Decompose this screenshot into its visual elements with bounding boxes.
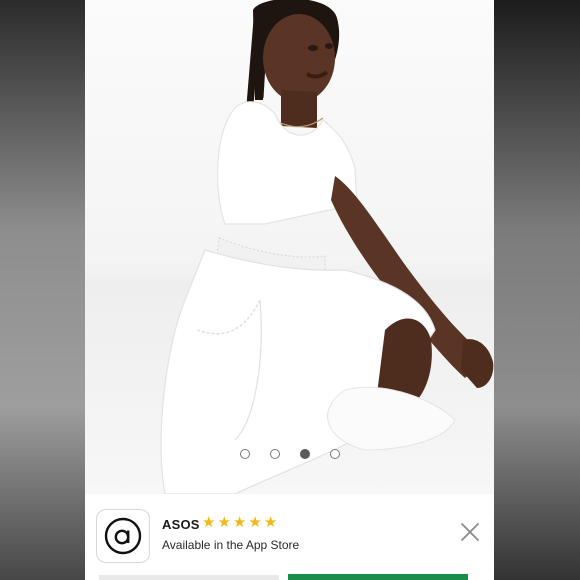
app-name: ASOS bbox=[162, 517, 200, 532]
star-icon: ★ bbox=[202, 514, 216, 531]
star-icon: ★ bbox=[248, 514, 262, 531]
star-icon: ★ bbox=[232, 514, 247, 531]
carousel-dot-2[interactable] bbox=[269, 449, 280, 459]
close-banner-button[interactable] bbox=[458, 520, 482, 544]
asos-a-logo-icon[interactable] bbox=[96, 509, 150, 563]
carousel-dot-3-active[interactable] bbox=[299, 449, 310, 459]
blurred-background-right bbox=[494, 0, 580, 580]
screenshot-frame: ASOS ★ ★ ★ ★ ★ Available in the App Stor… bbox=[0, 0, 580, 580]
star-icon: ★ bbox=[263, 514, 278, 531]
carousel-dot-4[interactable] bbox=[329, 449, 340, 459]
product-image[interactable] bbox=[85, 0, 494, 494]
secondary-button-edge[interactable] bbox=[99, 575, 279, 580]
rating-stars: ★ ★ ★ ★ ★ bbox=[202, 514, 277, 532]
close-icon[interactable] bbox=[458, 520, 482, 544]
carousel-dot-1[interactable] bbox=[239, 449, 250, 459]
carousel-dots bbox=[85, 449, 494, 459]
blurred-background-left bbox=[0, 0, 85, 580]
app-store-subtitle: Available in the App Store bbox=[162, 538, 300, 552]
app-store-banner[interactable]: ASOS ★ ★ ★ ★ ★ Available in the App Stor… bbox=[85, 494, 494, 580]
star-icon: ★ bbox=[217, 514, 231, 531]
get-app-button-edge[interactable] bbox=[288, 574, 468, 580]
